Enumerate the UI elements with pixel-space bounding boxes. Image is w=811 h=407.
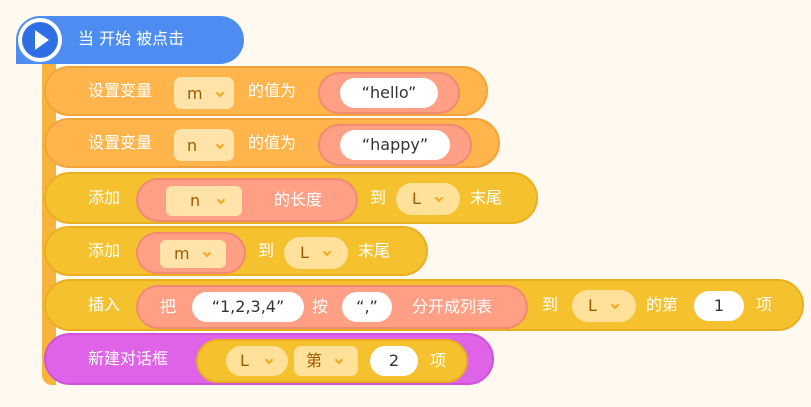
list-dropdown[interactable]: L [396,183,460,215]
block-label: 添加 [88,241,121,260]
dropdown-value: n [190,191,201,210]
block-label: 项 [430,351,447,370]
close-quote: ” [419,135,429,154]
add-to-list-block-length[interactable]: 添加 n 的长度 到 L 末尾 [44,172,538,224]
index-input[interactable]: 2 [370,346,418,376]
block-label: 项 [756,295,773,314]
variable-reporter[interactable]: m [136,232,246,274]
insert-into-list-block[interactable]: 插入 把 “1,2,3,4” 按 “,” 分开成列表 到 L 的第 1 项 [44,279,804,331]
block-label: 新建对话框 [88,349,169,368]
hat-label: 当 开始 被点击 [78,29,185,48]
set-variable-block-m[interactable]: 设置变量 m 的值为 “hello” [44,66,488,116]
item-mode-dropdown[interactable]: 第 [294,346,358,376]
block-label: 的值为 [248,81,297,100]
chevron-down-icon [334,355,344,365]
dropdown-value: m [187,84,203,103]
chevron-down-icon [215,88,225,98]
dropdown-value: L [240,351,249,370]
chevron-down-icon [322,247,332,257]
operator-label: 的长度 [274,190,323,209]
chevron-down-icon [215,140,225,150]
chevron-down-icon [610,300,620,310]
close-quote: ” [275,297,285,316]
operator-label: 把 [160,297,177,316]
block-label: 的值为 [248,133,297,152]
dropdown-value: 第 [306,351,323,370]
text-value-wrapper: “happy” [318,124,472,166]
list-dropdown[interactable]: L [226,346,288,376]
length-of-operator[interactable]: n 的长度 [136,178,358,222]
dropdown-value: L [300,243,309,262]
block-label: 的第 [646,295,679,314]
variable-dropdown[interactable]: n [174,129,234,161]
text-value-wrapper: “hello” [318,72,460,114]
chevron-down-icon [202,248,212,258]
list-dropdown[interactable]: L [284,237,348,269]
string-input[interactable]: “happy” [340,130,450,160]
new-dialog-block[interactable]: 新建对话框 L 第 2 项 [44,333,494,385]
play-icon [18,18,62,62]
block-label: 设置变量 [88,133,153,152]
set-variable-block-n[interactable]: 设置变量 n 的值为 “happy” [44,118,500,168]
variable-dropdown[interactable]: n [166,186,242,216]
string-value: hello [369,83,409,102]
variable-dropdown[interactable]: m [160,240,226,268]
index-value: 1 [713,296,725,315]
open-quote: “ [361,83,370,102]
operator-label: 按 [312,297,329,316]
chevron-down-icon [216,195,226,205]
operator-label: 分开成列表 [412,297,493,316]
dropdown-value: n [187,136,198,155]
dropdown-value: L [412,189,421,208]
close-quote: ” [369,297,378,316]
block-label: 到 [258,241,275,260]
string-value: 1,2,3,4 [220,297,276,316]
list-item-reporter[interactable]: L 第 2 项 [196,339,468,383]
dropdown-value: m [174,244,190,263]
list-dropdown[interactable]: L [572,290,636,322]
split-string-operator[interactable]: 把 “1,2,3,4” 按 “,” 分开成列表 [136,285,528,329]
block-label: 末尾 [470,188,503,207]
variable-dropdown[interactable]: m [174,77,234,109]
separator-input[interactable]: “,” [342,292,392,322]
open-quote: “ [211,297,220,316]
block-label: 末尾 [358,241,391,260]
block-label: 添加 [88,188,121,207]
block-label: 插入 [88,295,121,314]
index-input[interactable]: 1 [694,291,744,321]
dropdown-value: L [588,296,597,315]
index-value: 2 [388,351,400,370]
block-label: 到 [542,295,559,314]
when-start-clicked-hat-block[interactable]: 当 开始 被点击 [16,16,244,64]
open-quote: “ [361,135,371,154]
chevron-down-icon [434,193,444,203]
string-input[interactable]: “hello” [340,78,438,108]
string-value: happy [370,135,420,154]
block-label: 设置变量 [88,81,153,100]
add-to-list-block-m[interactable]: 添加 m 到 L 末尾 [44,226,428,276]
close-quote: ” [408,83,417,102]
chevron-down-icon [264,355,274,365]
string-input[interactable]: “1,2,3,4” [192,292,304,322]
block-label: 到 [370,188,387,207]
